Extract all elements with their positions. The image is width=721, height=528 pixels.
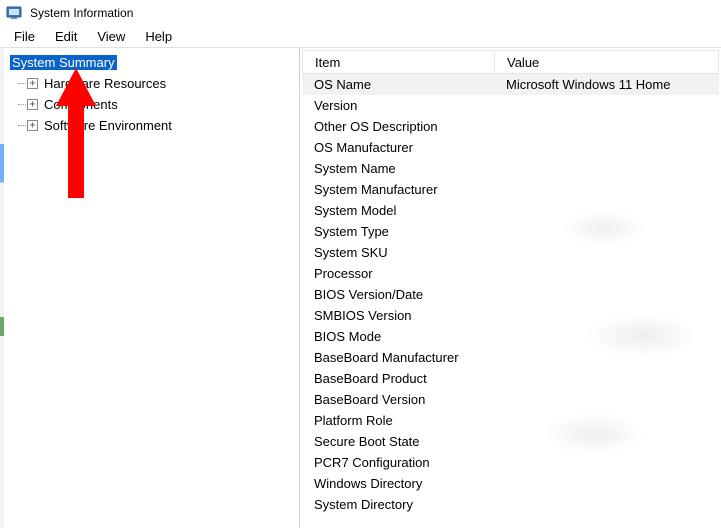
cell-item: Version — [302, 97, 494, 114]
cell-item: System Directory — [302, 496, 494, 513]
cell-item: BaseBoard Manufacturer — [302, 349, 494, 366]
tree-connector — [18, 104, 26, 105]
cell-value — [494, 336, 719, 338]
table-row[interactable]: OS Manufacturer — [302, 137, 719, 158]
table-row[interactable]: SMBIOS Version — [302, 305, 719, 326]
expand-icon[interactable]: + — [27, 78, 38, 89]
details-header: Item Value — [302, 50, 719, 74]
tree-item-hardware-resources[interactable]: + Hardware Resources — [2, 73, 297, 94]
cell-item: Processor — [302, 265, 494, 282]
table-row[interactable]: BIOS Version/Date — [302, 284, 719, 305]
cell-value — [494, 378, 719, 380]
menu-view[interactable]: View — [87, 27, 135, 46]
cell-value — [494, 147, 719, 149]
cell-item: SMBIOS Version — [302, 307, 494, 324]
cell-value — [494, 357, 719, 359]
cell-value — [494, 189, 719, 191]
cell-value — [494, 399, 719, 401]
title-bar: System Information — [0, 0, 721, 26]
cell-item: OS Name — [302, 76, 494, 93]
menu-file[interactable]: File — [4, 27, 45, 46]
cell-value — [494, 210, 719, 212]
cell-item: Secure Boot State — [302, 433, 494, 450]
cell-value — [494, 273, 719, 275]
table-row[interactable]: Processor — [302, 263, 719, 284]
cell-item: BaseBoard Version — [302, 391, 494, 408]
cell-item: Other OS Description — [302, 118, 494, 135]
cell-item: BIOS Version/Date — [302, 286, 494, 303]
window-left-border-decoration — [0, 48, 4, 528]
table-row[interactable]: Version — [302, 95, 719, 116]
tree-item-label: Components — [42, 97, 120, 112]
table-row[interactable]: BIOS Mode — [302, 326, 719, 347]
cell-item: System Manufacturer — [302, 181, 494, 198]
tree-item-label: Software Environment — [42, 118, 174, 133]
tree-item-label: Hardware Resources — [42, 76, 168, 91]
cell-value — [494, 441, 719, 443]
tree-item-software-environment[interactable]: + Software Environment — [2, 115, 297, 136]
cell-item: System SKU — [302, 244, 494, 261]
cell-item: PCR7 Configuration — [302, 454, 494, 471]
cell-value — [494, 315, 719, 317]
table-row[interactable]: Platform Role — [302, 410, 719, 431]
column-header-value[interactable]: Value — [495, 52, 718, 73]
menu-help[interactable]: Help — [135, 27, 182, 46]
cell-value — [494, 105, 719, 107]
system-information-icon — [6, 5, 22, 21]
tree-item-system-summary[interactable]: System Summary — [2, 52, 297, 73]
menu-edit[interactable]: Edit — [45, 27, 87, 46]
menu-bar: File Edit View Help — [0, 26, 721, 48]
cell-value: Microsoft Windows 11 Home — [494, 76, 719, 93]
cell-item: System Name — [302, 160, 494, 177]
cell-value — [494, 168, 719, 170]
cell-value — [494, 294, 719, 296]
cell-value — [494, 252, 719, 254]
system-information-window: System Information File Edit View Help S… — [0, 0, 721, 528]
cell-item: System Type — [302, 223, 494, 240]
cell-item: BIOS Mode — [302, 328, 494, 345]
expand-icon[interactable]: + — [27, 120, 38, 131]
cell-item: Windows Directory — [302, 475, 494, 492]
table-row[interactable]: System Directory — [302, 494, 719, 515]
cell-value — [494, 462, 719, 464]
table-row[interactable]: BaseBoard Product — [302, 368, 719, 389]
tree-item-label: System Summary — [10, 55, 117, 70]
table-row[interactable]: Windows Directory — [302, 473, 719, 494]
tree-item-components[interactable]: + Components — [2, 94, 297, 115]
cell-item: BaseBoard Product — [302, 370, 494, 387]
window-title: System Information — [30, 6, 133, 20]
cell-item: System Model — [302, 202, 494, 219]
table-row[interactable]: BaseBoard Manufacturer — [302, 347, 719, 368]
cell-value — [494, 483, 719, 485]
column-header-item[interactable]: Item — [303, 52, 495, 73]
table-row[interactable]: PCR7 Configuration — [302, 452, 719, 473]
table-row[interactable]: OS NameMicrosoft Windows 11 Home — [302, 74, 719, 95]
expand-icon[interactable]: + — [27, 99, 38, 110]
table-row[interactable]: System Model — [302, 200, 719, 221]
details-rows[interactable]: OS NameMicrosoft Windows 11 HomeVersionO… — [302, 74, 719, 526]
cell-value — [494, 231, 719, 233]
content-area: System Summary + Hardware Resources + Co… — [0, 48, 721, 528]
table-row[interactable]: BaseBoard Version — [302, 389, 719, 410]
details-panel: Item Value OS NameMicrosoft Windows 11 H… — [300, 48, 721, 528]
cell-value — [494, 126, 719, 128]
table-row[interactable]: System Name — [302, 158, 719, 179]
table-row[interactable]: System Type — [302, 221, 719, 242]
table-row[interactable]: Secure Boot State — [302, 431, 719, 452]
tree-connector — [18, 83, 26, 84]
table-row[interactable]: System SKU — [302, 242, 719, 263]
table-row[interactable]: System Manufacturer — [302, 179, 719, 200]
table-row[interactable]: Other OS Description — [302, 116, 719, 137]
cell-item: OS Manufacturer — [302, 139, 494, 156]
navigation-tree[interactable]: System Summary + Hardware Resources + Co… — [0, 48, 300, 528]
cell-item: Platform Role — [302, 412, 494, 429]
tree-connector — [18, 125, 26, 126]
cell-value — [494, 504, 719, 506]
cell-value — [494, 420, 719, 422]
